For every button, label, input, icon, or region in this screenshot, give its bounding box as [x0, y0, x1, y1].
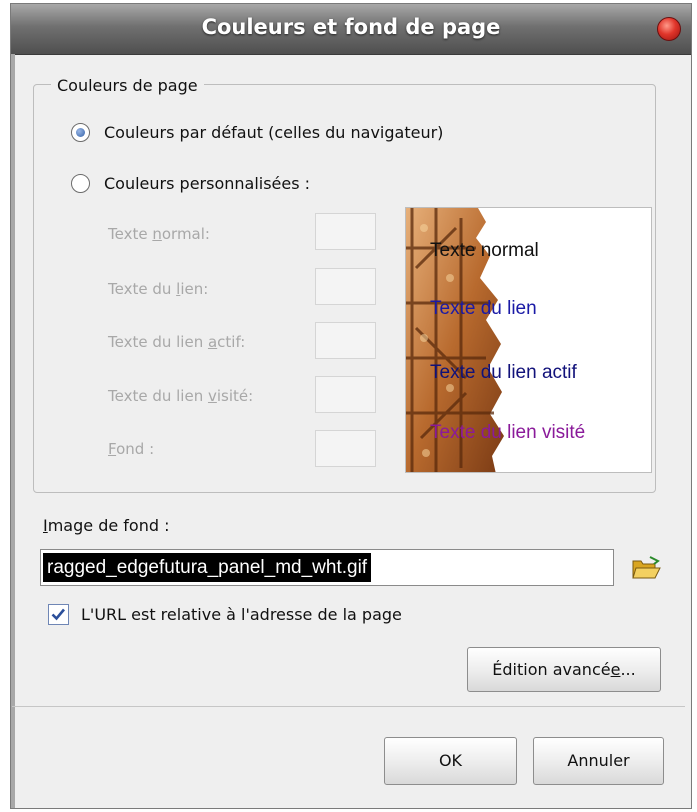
visited-link-label: Texte du lien visité:	[108, 387, 254, 405]
custom-colors-label: Couleurs personnalisées :	[104, 174, 311, 193]
color-preview-panel: Texte normal Texte du lien Texte du lien…	[405, 207, 652, 473]
title-bar[interactable]: Couleurs et fond de page	[11, 4, 691, 55]
window-frame-edge	[11, 54, 15, 808]
custom-colors-radio[interactable]	[71, 174, 90, 193]
preview-active-link-text: Texte du lien actif	[430, 362, 577, 383]
background-image-input[interactable]: ragged_edgefutura_panel_md_wht.gif	[40, 549, 614, 586]
active-link-label: Texte du lien actif:	[108, 333, 246, 351]
divider	[12, 706, 685, 707]
folder-open-icon[interactable]	[631, 556, 661, 582]
relative-url-checkbox[interactable]	[48, 604, 69, 625]
link-text-label: Texte du lien:	[108, 280, 209, 298]
default-colors-radio[interactable]	[71, 123, 90, 142]
default-colors-label: Couleurs par défaut (celles du navigateu…	[104, 123, 444, 142]
background-image-value: ragged_edgefutura_panel_md_wht.gif	[43, 553, 372, 582]
ok-button[interactable]: OK	[384, 737, 517, 785]
relative-url-option[interactable]: L'URL est relative à l'adresse de la pag…	[48, 604, 402, 625]
normal-text-label: Texte normal:	[108, 225, 210, 243]
close-icon[interactable]	[657, 17, 681, 41]
link-text-color-button[interactable]	[315, 268, 376, 305]
checkmark-icon	[51, 608, 65, 621]
advanced-edit-button[interactable]: Édition avancée...	[467, 647, 661, 692]
visited-link-color-button[interactable]	[315, 376, 376, 413]
preview-link-text: Texte du lien	[430, 298, 537, 319]
default-colors-option[interactable]: Couleurs par défaut (celles du navigateu…	[71, 123, 443, 142]
preview-visited-link-text: Texte du lien visité	[430, 422, 586, 443]
background-color-button[interactable]	[315, 430, 376, 467]
custom-colors-option[interactable]: Couleurs personnalisées :	[71, 174, 310, 193]
normal-text-color-button[interactable]	[315, 213, 376, 250]
relative-url-label: L'URL est relative à l'adresse de la pag…	[81, 605, 402, 624]
page-colors-legend: Couleurs de page	[51, 76, 204, 95]
window-title: Couleurs et fond de page	[201, 15, 501, 39]
background-image-label: Image de fond :	[43, 516, 170, 535]
active-link-color-button[interactable]	[315, 322, 376, 359]
cancel-button[interactable]: Annuler	[533, 737, 664, 785]
preview-normal-text: Texte normal	[430, 240, 539, 261]
background-color-label: Fond :	[108, 440, 155, 458]
